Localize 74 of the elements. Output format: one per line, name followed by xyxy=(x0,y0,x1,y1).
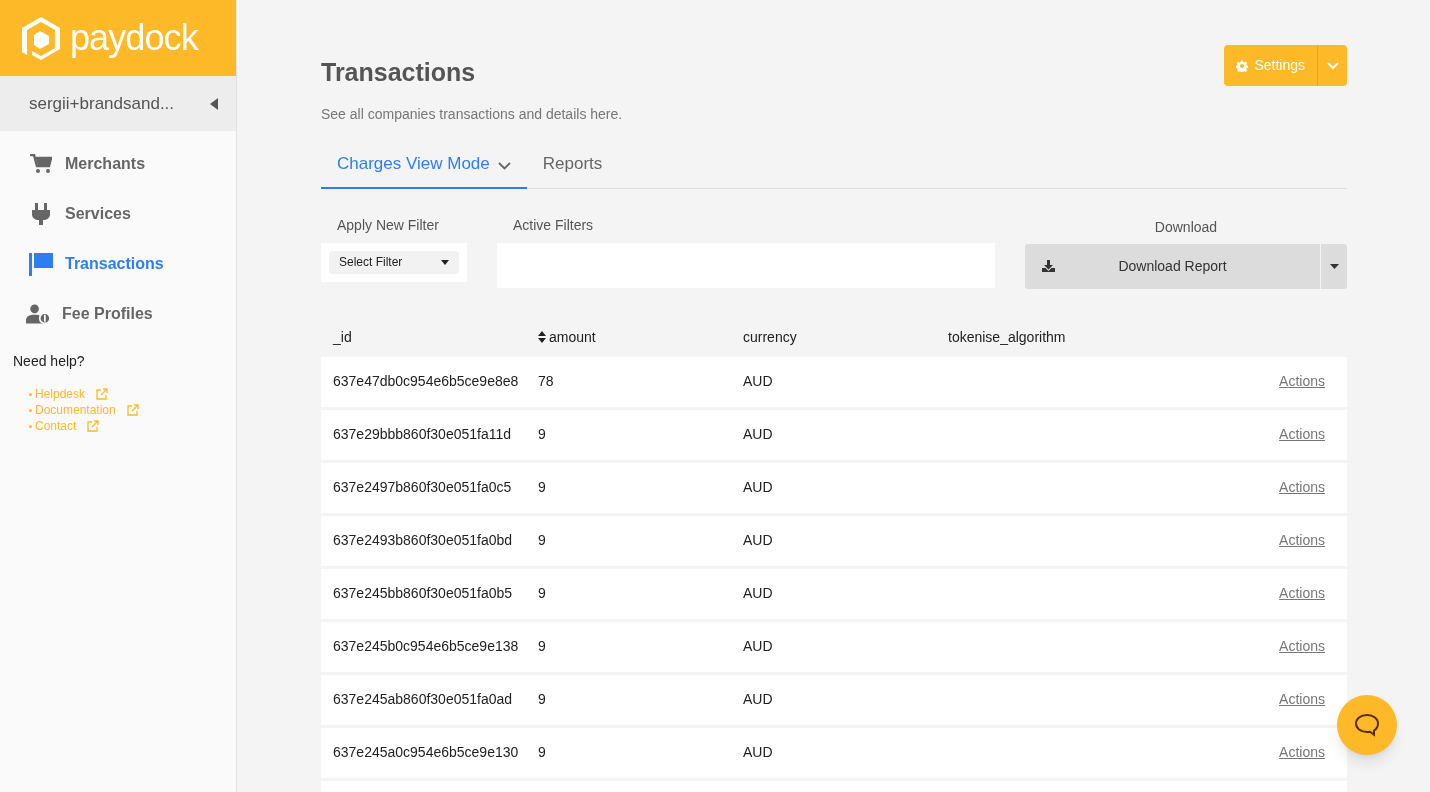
table-cell: AUD xyxy=(743,638,773,654)
actions-link[interactable]: Actions xyxy=(1279,530,1325,551)
sort-icon[interactable] xyxy=(538,331,546,343)
chat-icon xyxy=(1354,713,1380,737)
user-money-icon xyxy=(26,303,50,325)
bullet-icon xyxy=(29,408,32,412)
download-dropdown-button[interactable] xyxy=(1321,243,1347,289)
table-cell: 9 xyxy=(538,479,546,495)
table-cell: 9 xyxy=(538,744,546,760)
table-cell: 9 xyxy=(538,426,546,442)
table-cell: 637e2497b860f30e051fa0c5 xyxy=(333,479,512,495)
tab[interactable]: Reports xyxy=(526,141,619,189)
table-cell: 637e47db0c954e6b5ce9e8e8 xyxy=(333,373,519,389)
column-header[interactable]: amount xyxy=(549,326,596,348)
column-header: tokenise_algorithm xyxy=(948,327,1066,347)
actions-link[interactable]: Actions xyxy=(1279,636,1325,657)
table-cell: 637e245b0c954e6b5ce9e138 xyxy=(333,638,519,654)
table-cell: 9 xyxy=(538,585,546,601)
page-subtitle: See all companies transactions and details here. xyxy=(321,104,623,124)
nav-item[interactable]: Fee Profiles xyxy=(62,302,153,326)
table-cell: 637e2493b860f30e051fa0bd xyxy=(333,532,513,548)
page-title: Transactions xyxy=(321,57,477,88)
cart-icon xyxy=(30,154,52,174)
plug-icon xyxy=(32,203,50,225)
select-filter-dropdown[interactable]: Select Filter xyxy=(329,250,459,274)
table-cell: 637e29bbb860f30e051fa11d xyxy=(333,426,512,442)
table-cell: AUD xyxy=(743,691,773,707)
download-label: Download xyxy=(1153,217,1219,237)
table-cell: AUD xyxy=(743,585,773,601)
download-icon xyxy=(1042,259,1055,272)
account-bar[interactable]: sergii+brandsand... xyxy=(0,76,236,131)
active-filters-label: Active Filters xyxy=(512,215,595,235)
help-title: Need help? xyxy=(12,352,86,371)
filter-label: Apply New Filter xyxy=(336,215,440,235)
actions-link[interactable]: Actions xyxy=(1279,477,1325,498)
table-cell: 78 xyxy=(538,373,554,389)
flag-icon xyxy=(29,252,53,276)
external-link-icon xyxy=(126,404,139,416)
nav-item[interactable]: Transactions xyxy=(65,252,164,276)
nav-item[interactable]: Services xyxy=(65,202,131,226)
actions-link[interactable]: Actions xyxy=(1279,583,1325,604)
tab[interactable]: Charges View Mode xyxy=(321,141,527,189)
table-cell: 637e245bb860f30e051fa0b5 xyxy=(333,585,513,601)
caret-icon xyxy=(441,259,449,265)
actions-link[interactable]: Actions xyxy=(1279,424,1325,445)
table-cell: AUD xyxy=(743,426,773,442)
column-header: currency xyxy=(743,327,797,347)
account-name: sergii+brandsand... xyxy=(29,92,175,115)
external-link-icon xyxy=(87,420,100,432)
table-cell: 9 xyxy=(538,532,546,548)
caret-icon xyxy=(1329,263,1339,269)
actions-link[interactable]: Actions xyxy=(1279,689,1325,710)
logo-icon xyxy=(20,15,62,61)
settings-icon xyxy=(1236,59,1249,72)
actions-link[interactable]: Actions xyxy=(1279,371,1325,392)
table-cell: 9 xyxy=(538,638,546,654)
table-cell: AUD xyxy=(743,744,773,760)
collapse-icon[interactable] xyxy=(210,97,218,110)
nav-item[interactable]: Merchants xyxy=(65,152,146,176)
table-cell: AUD xyxy=(743,532,773,548)
table-cell: AUD xyxy=(743,479,773,495)
table-cell: AUD xyxy=(743,373,773,389)
column-header: _id xyxy=(333,327,352,347)
bullet-icon xyxy=(29,392,32,396)
brand-name: paydock xyxy=(70,20,198,56)
table-cell: 637e245ab860f30e051fa0ad xyxy=(333,691,513,707)
chevron-down-icon xyxy=(1326,61,1339,70)
table-cell: 637e245a0c954e6b5ce9e130 xyxy=(333,744,519,760)
external-link-icon xyxy=(96,388,109,400)
download-report-button[interactable]: Download Report xyxy=(1025,243,1320,289)
table-cell: 9 xyxy=(538,691,546,707)
chat-button[interactable] xyxy=(1337,695,1397,755)
actions-link[interactable]: Actions xyxy=(1279,742,1325,763)
bullet-icon xyxy=(29,424,32,428)
